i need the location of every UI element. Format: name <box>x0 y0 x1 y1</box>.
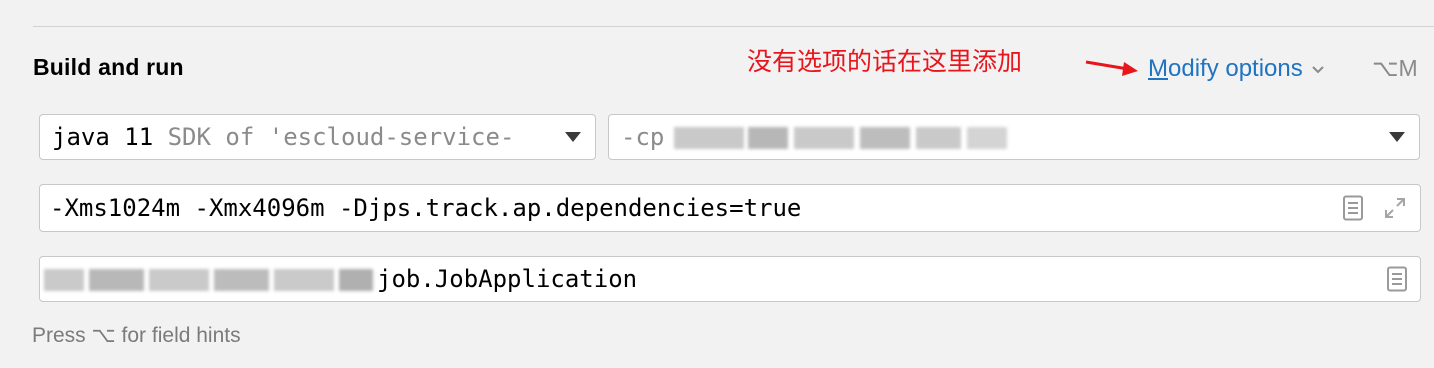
main-class-field[interactable]: job.JobApplication <box>39 256 1421 302</box>
modify-options-label: odify options <box>1168 55 1303 82</box>
jdk-select-value: java 11 <box>52 123 154 151</box>
document-icon[interactable] <box>1342 195 1364 221</box>
main-class-redacted <box>44 265 373 293</box>
vm-options-field[interactable]: -Xms1024m -Xmx4096m -Djps.track.ap.depen… <box>39 184 1421 232</box>
classpath-select[interactable]: -cp <box>608 114 1420 160</box>
main-class-value: job.JobApplication <box>377 265 638 293</box>
field-hints-text: Press ⌥ for field hints <box>32 324 241 347</box>
annotation-text: 没有选项的话在这里添加 <box>747 47 1023 76</box>
modify-options-shortcut: ⌥M <box>1372 55 1418 81</box>
top-divider <box>33 26 1434 27</box>
vm-options-value: -Xms1024m -Xmx4096m -Djps.track.ap.depen… <box>50 194 802 222</box>
jdk-select-hint: SDK of 'escloud-service- <box>167 123 515 151</box>
modify-options-mnemonic: M <box>1148 55 1168 82</box>
expand-icon[interactable] <box>1382 195 1408 221</box>
dropdown-arrow-icon[interactable] <box>1389 132 1405 142</box>
classpath-prefix: -cp <box>621 123 665 151</box>
chevron-down-icon <box>1312 66 1324 74</box>
jdk-select[interactable]: java 11 SDK of 'escloud-service- <box>39 114 596 160</box>
classpath-redacted <box>674 123 1008 151</box>
document-icon[interactable] <box>1386 266 1408 292</box>
modify-options-link[interactable]: Modify options <box>1148 55 1325 83</box>
dropdown-arrow-icon[interactable] <box>565 132 581 142</box>
section-title: Build and run <box>33 54 184 80</box>
arrow-annotation-icon <box>1085 60 1138 76</box>
